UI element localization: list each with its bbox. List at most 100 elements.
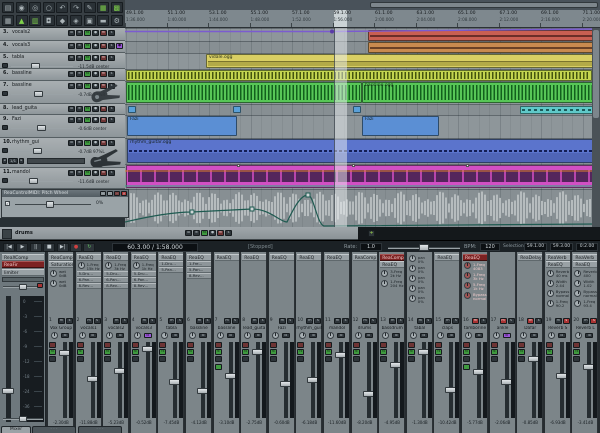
env-mini-button[interactable] <box>2 148 8 153</box>
envelope-mini-button[interactable] <box>463 356 470 362</box>
ruler-icon[interactable]: ▥ <box>29 15 41 26</box>
docker-tab-mixer[interactable]: Mixer <box>1 426 31 433</box>
send-slot[interactable]: 8-Rev… <box>132 283 156 289</box>
mute-button[interactable]: m <box>100 170 107 176</box>
send-knob[interactable] <box>574 290 581 297</box>
pad-green-icon[interactable]: ▩ <box>111 2 123 13</box>
fader-track[interactable] <box>477 342 481 418</box>
time-selection-band[interactable] <box>334 28 347 227</box>
fader-track[interactable] <box>587 342 591 418</box>
media-item-Fazi[interactable]: Fazi <box>362 116 439 136</box>
fx-slot[interactable]: ReaEQ <box>297 254 321 261</box>
send-knob[interactable] <box>574 270 581 277</box>
mute-button[interactable]: m <box>582 318 589 324</box>
selection-start[interactable]: 59.1.00 <box>524 243 547 251</box>
record-arm-button[interactable] <box>104 342 111 348</box>
envelope-mini-button[interactable] <box>546 356 553 362</box>
solo-button[interactable]: s <box>108 106 115 112</box>
envelope-mini-button[interactable] <box>353 356 360 362</box>
fader-track[interactable] <box>201 342 205 418</box>
record-arm-button[interactable] <box>573 342 580 348</box>
fx-button[interactable]: fx <box>84 55 91 61</box>
send-slot[interactable]: 1-Dru… <box>159 261 183 267</box>
io-button[interactable]: io <box>309 333 317 338</box>
fx-enable-button[interactable]: fx <box>159 349 166 355</box>
io-button[interactable]: io <box>282 333 290 338</box>
io-button[interactable]: io <box>558 333 566 338</box>
fx-button[interactable]: fx <box>84 170 91 176</box>
pitch-wheel-slider-thumb[interactable] <box>46 201 54 208</box>
envelope-green-icon[interactable]: ▦ <box>97 2 109 13</box>
volume-slider-thumb[interactable] <box>31 63 40 69</box>
fader-track[interactable] <box>146 342 150 418</box>
track-panel-lead_guita[interactable]: 8.lead_guitaio≡fx●ms <box>0 104 125 115</box>
solo-button[interactable]: s <box>452 318 459 324</box>
monitor-button[interactable]: ● <box>92 30 99 36</box>
persons-icon[interactable]: ◎ <box>29 2 41 13</box>
envelope-mini-button[interactable] <box>270 356 277 362</box>
fx-close-button[interactable]: ✕ <box>121 191 127 196</box>
lock-icon[interactable]: ◘ <box>43 15 55 26</box>
mute-button[interactable]: m <box>113 318 120 324</box>
solo-button[interactable]: s <box>232 318 239 324</box>
master-mono-button[interactable] <box>37 283 43 288</box>
fx-enable-button[interactable]: fx <box>353 349 360 355</box>
fx-slot[interactable]: ReaEQ <box>546 261 570 268</box>
media-item-vocals2[interactable] <box>368 30 597 41</box>
envelope-mini-button[interactable] <box>104 356 111 362</box>
envelope-mini-button[interactable] <box>49 356 56 362</box>
envelope-button[interactable]: ≡ <box>76 55 83 61</box>
media-item-Fazi[interactable]: Fazi <box>127 116 237 136</box>
io-button[interactable]: io <box>68 83 75 89</box>
next-button[interactable]: ▸ <box>19 158 24 164</box>
master-pan-thumb[interactable] <box>19 284 27 290</box>
fx-button[interactable]: fx <box>84 117 91 123</box>
envelope-button[interactable]: ≡ <box>76 83 83 89</box>
record-arm-button[interactable] <box>159 342 166 348</box>
docker-tab[interactable]: · · · <box>32 426 76 433</box>
solo-button[interactable]: s <box>66 318 73 324</box>
io-button[interactable]: io <box>447 333 455 338</box>
media-item-mandol[interactable] <box>126 165 597 188</box>
media-item-lead_guita[interactable] <box>128 106 136 113</box>
fx-enable-button[interactable]: fx <box>77 349 84 355</box>
stop-button[interactable]: ■ <box>43 243 55 252</box>
volume-slider-thumb[interactable] <box>33 148 42 154</box>
fx-slot[interactable]: ReaEQ <box>380 261 404 268</box>
send-knob[interactable] <box>381 270 388 277</box>
send-slot[interactable]: 1-Fre… <box>187 261 211 267</box>
solo-button[interactable]: s <box>108 117 115 123</box>
forward-button[interactable]: ▶| <box>57 243 69 252</box>
send-knob[interactable] <box>547 300 554 307</box>
send-knob[interactable] <box>409 285 416 292</box>
media-item-bassline1[interactable] <box>126 70 592 81</box>
mute-button[interactable]: m <box>472 318 479 324</box>
fx-enable-button[interactable]: fx <box>270 349 277 355</box>
io-button[interactable]: io <box>185 230 192 236</box>
pan-knob[interactable] <box>51 332 58 339</box>
envelope-button[interactable]: ≡ <box>193 230 200 236</box>
io-button[interactable]: io <box>68 117 75 123</box>
fx-button[interactable]: fx <box>84 71 91 77</box>
bpm-value[interactable]: 120 <box>480 243 500 251</box>
fx-pin-button[interactable]: – <box>100 191 106 196</box>
record-arm-button[interactable] <box>491 342 498 348</box>
fx-enable-button[interactable]: fx <box>215 349 222 355</box>
envelope-mini-button[interactable] <box>187 356 194 362</box>
io-button[interactable]: io <box>144 333 152 338</box>
send-knob[interactable] <box>133 262 140 269</box>
track-panel-vocals3[interactable]: 4.vocals3io≡fx●ms● <box>0 41 125 53</box>
fx-enable-button[interactable]: fx <box>435 349 442 355</box>
record-arm-button[interactable] <box>325 342 332 348</box>
fx-enable-button[interactable]: fx <box>380 349 387 355</box>
track-panel-Fazi[interactable]: 9.Faziio≡fx●ms-0.6dB center <box>0 115 125 138</box>
pan-knob[interactable] <box>299 332 306 339</box>
rate-slider-thumb[interactable] <box>419 244 429 251</box>
fx-slot[interactable]: ReaDelay <box>518 254 542 261</box>
arrange-view[interactable]: vidale.oggbassline.oggFaziFazirhythm_gui… <box>125 28 600 227</box>
play-button[interactable]: ▶ <box>16 243 28 252</box>
media-item-icon[interactable]: ◉ <box>16 2 28 13</box>
envelope-button[interactable]: ≡ <box>76 30 83 36</box>
send-knob[interactable] <box>409 295 416 302</box>
fx-slot[interactable]: ReaComp <box>49 254 73 261</box>
